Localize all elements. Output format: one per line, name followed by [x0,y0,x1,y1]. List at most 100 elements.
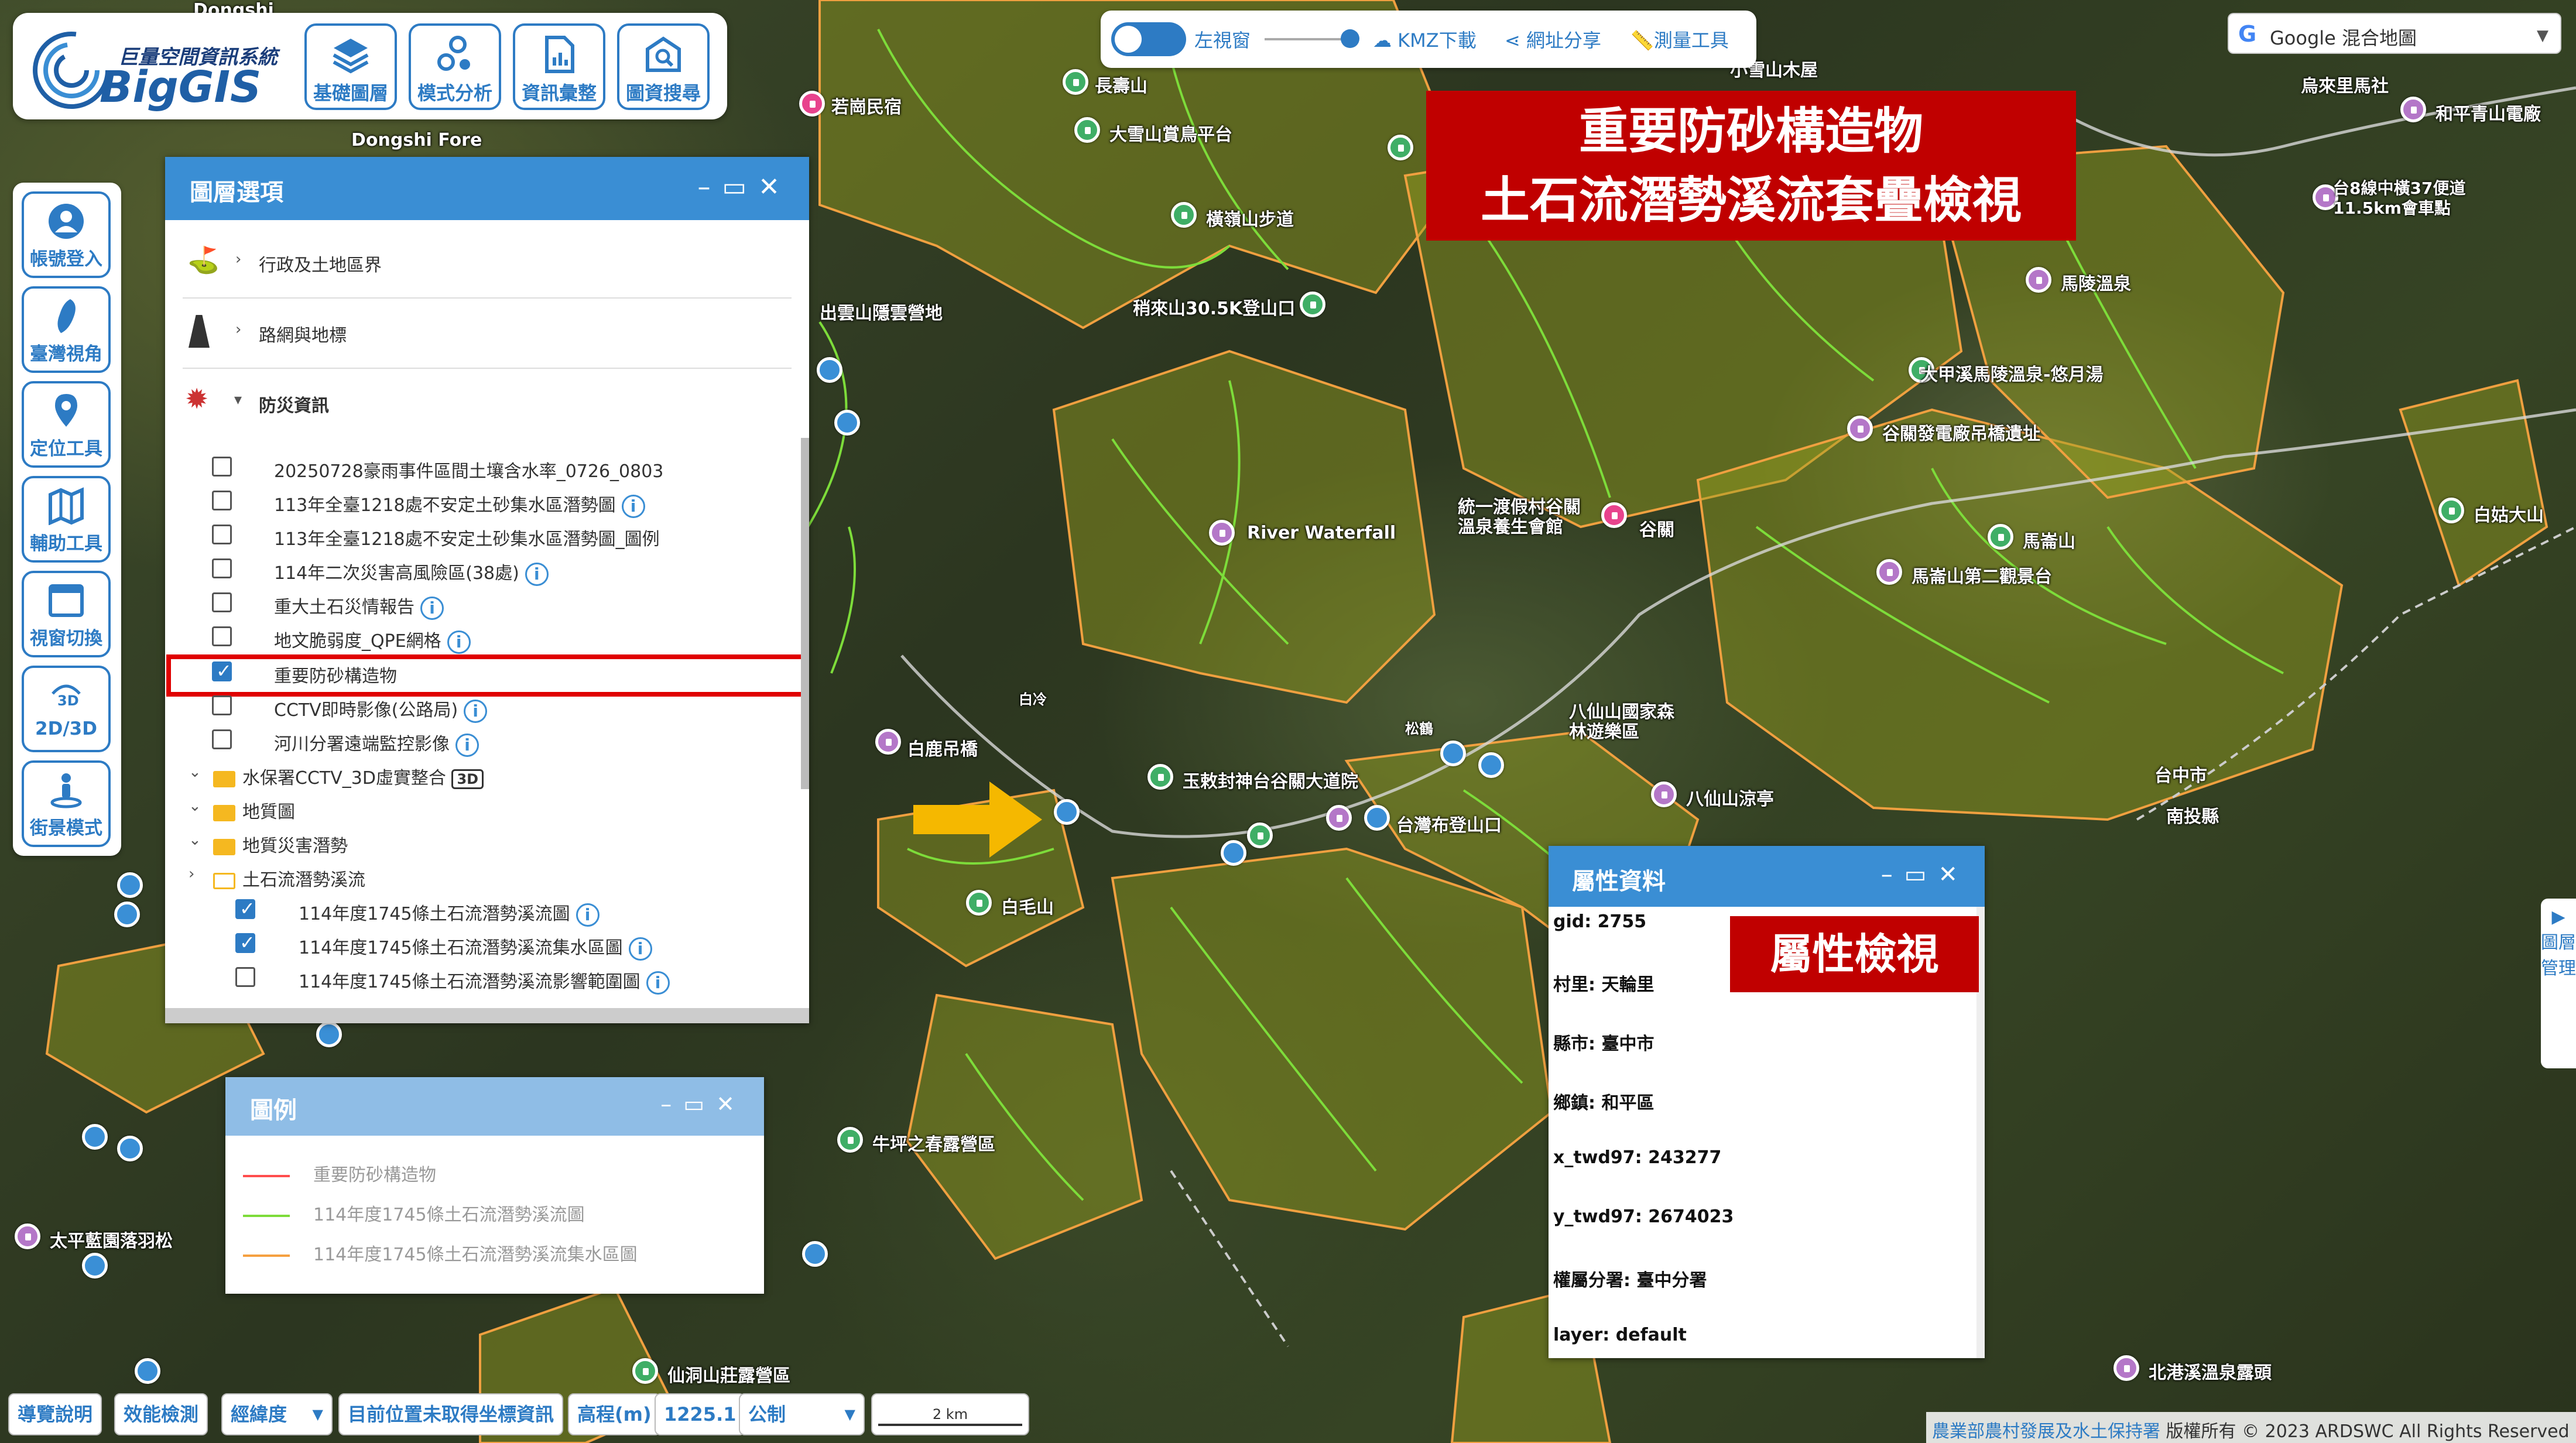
structure-marker[interactable] [1478,752,1504,778]
coord-type-select[interactable]: 經緯度 ▼ [221,1393,333,1435]
poi-marker[interactable] [1601,502,1627,528]
structure-marker[interactable] [802,1241,828,1267]
horizontal-scrollbar[interactable] [165,1008,809,1023]
poi-marker[interactable] [1209,520,1235,546]
toolbar-map-search-button[interactable]: 圖資搜尋 [617,23,710,110]
info-icon[interactable]: i [525,562,549,586]
minimize-icon[interactable]: – [698,172,722,202]
structure-marker[interactable] [1221,840,1246,866]
structure-marker[interactable] [1440,741,1466,766]
layer-checkbox[interactable] [212,660,232,682]
info-icon[interactable]: i [621,494,645,518]
info-icon[interactable]: i [455,733,479,757]
maximize-icon[interactable]: ▭ [722,172,759,202]
structure-marker[interactable] [834,410,860,436]
close-icon[interactable]: ✕ [1938,861,1969,888]
layer-checkbox[interactable] [212,626,232,646]
poi-marker[interactable] [2438,498,2464,523]
sidebar-aux-tools-button[interactable]: 輔助工具 [22,476,111,563]
poi-marker[interactable] [1074,117,1100,143]
minimize-icon[interactable]: – [1881,861,1904,888]
layer-checkbox[interactable] [212,695,232,715]
layer-checkbox[interactable] [235,967,255,987]
structure-marker[interactable] [82,1124,108,1150]
measure-tool-button[interactable]: 📏測量工具 [1630,26,1729,53]
layer-checkbox[interactable] [235,931,255,954]
sidebar-locate-button[interactable]: 定位工具 [22,381,111,468]
poi-marker[interactable] [1988,524,2013,550]
sidebar-login-button[interactable]: 帳號登入 [22,191,111,278]
opacity-slider-track[interactable] [1265,38,1347,40]
poi-marker[interactable] [1171,202,1197,228]
attribute-row: y_twd97: 2674023 [1553,1207,1734,1227]
poi-marker[interactable] [1300,292,1325,317]
sidebar-2d3d-button[interactable]: 3D 2D/3D [22,666,111,752]
maximize-icon[interactable]: ▭ [1904,861,1938,888]
opacity-slider-knob[interactable] [1341,29,1359,48]
info-icon[interactable]: i [576,903,600,927]
structure-marker[interactable] [117,872,143,898]
poi-marker[interactable] [1847,416,1873,441]
poi-marker[interactable] [2026,267,2051,293]
poi-marker[interactable] [1651,782,1677,807]
structure-marker[interactable] [117,1136,143,1161]
sidebar-street-view-button[interactable]: 街景模式 [22,760,111,847]
poi-marker[interactable] [1247,822,1273,848]
poi-marker[interactable] [966,890,992,916]
layer-manager-tab[interactable]: ▶ 圖層管理 [2541,899,2576,1068]
vertical-scrollbar[interactable] [801,438,809,789]
structure-marker[interactable] [316,1022,342,1047]
layer-checkbox[interactable] [212,558,232,578]
guide-button[interactable]: 導覽說明 [8,1393,102,1435]
structure-marker[interactable] [817,357,842,383]
poi-marker[interactable] [1147,764,1173,790]
layer-panel-header[interactable]: 圖層選項 –▭✕ [165,157,809,220]
poi-marker[interactable] [2113,1355,2139,1381]
layer-checkbox[interactable] [235,897,255,920]
performance-button[interactable]: 效能檢測 [114,1393,208,1435]
poi-marker[interactable] [2400,97,2426,122]
info-icon[interactable]: i [447,630,471,654]
kmz-download-button[interactable]: ☁ KMZ下載 [1373,26,1477,53]
layer-checkbox[interactable] [212,525,232,544]
poi-marker[interactable] [1063,69,1088,95]
info-icon[interactable]: i [646,971,670,995]
poi-marker[interactable] [837,1127,863,1153]
layer-checkbox[interactable] [212,457,232,477]
poi-marker[interactable] [1388,135,1413,160]
info-icon[interactable]: i [628,937,652,961]
poi-marker[interactable] [15,1223,40,1249]
info-icon[interactable]: i [420,596,444,620]
toolbar-analysis-button[interactable]: 模式分析 [409,23,501,110]
close-icon[interactable]: ✕ [758,172,792,202]
sidebar-taiwan-view-button[interactable]: 臺灣視角 [22,286,111,373]
chevron-down-icon: ⌄ [189,763,201,781]
structure-marker[interactable] [1364,805,1390,831]
poi-marker[interactable] [875,729,901,755]
left-window-toggle[interactable] [1111,22,1186,56]
org-link[interactable]: 農業部農村發展及水土保持署 [1932,1421,2160,1442]
layer-checkbox[interactable] [212,729,232,749]
toolbar-report-button[interactable]: 資訊彙整 [513,23,605,110]
sidebar-window-switch-button[interactable]: 視窗切換 [22,571,111,657]
structure-marker[interactable] [1054,799,1080,825]
minimize-icon[interactable]: – [660,1091,683,1117]
layer-checkbox[interactable] [212,491,232,510]
structure-marker[interactable] [135,1358,160,1384]
attribute-panel-header[interactable]: 屬性資料 –▭✕ [1549,846,1985,907]
basemap-select[interactable]: G Google 混合地圖 ▼ [2228,13,2561,54]
poi-marker[interactable] [632,1358,658,1384]
info-icon[interactable]: i [464,699,488,723]
maximize-icon[interactable]: ▭ [683,1091,716,1117]
toolbar-basemap-button[interactable]: 基礎圖層 [304,23,397,110]
legend-panel-header[interactable]: 圖例 –▭✕ [225,1077,764,1136]
poi-marker[interactable] [1326,805,1352,831]
poi-marker[interactable] [1876,559,1902,585]
poi-marker[interactable] [799,91,825,116]
structure-marker[interactable] [114,902,140,927]
unit-select[interactable]: 公制 ▼ [739,1393,865,1435]
structure-marker[interactable] [82,1253,108,1279]
close-icon[interactable]: ✕ [716,1091,746,1117]
share-url-button[interactable]: ⋖ 網址分享 [1505,26,1601,53]
layer-checkbox[interactable] [212,592,232,612]
